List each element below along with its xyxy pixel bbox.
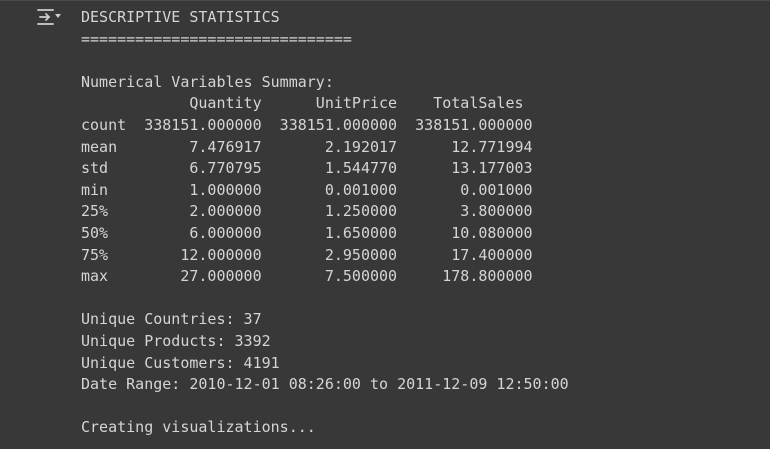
output-line: Quantity UnitPrice TotalSales <box>81 94 524 113</box>
output-line: mean 7.476917 2.192017 12.771994 <box>81 137 533 156</box>
output-gutter <box>0 1 70 449</box>
output-line: 25% 2.000000 1.250000 3.800000 <box>81 202 533 221</box>
collapse-output-icon[interactable] <box>36 7 66 29</box>
output-line: Unique Countries: 37 <box>81 310 262 329</box>
output-line: Date Range: 2010-12-01 08:26:00 to 2011-… <box>81 375 569 394</box>
output-line: Unique Products: 3392 <box>81 331 271 350</box>
output-line: max 27.000000 7.500000 178.800000 <box>81 267 533 286</box>
output-line: Creating visualizations... <box>81 418 316 437</box>
output-line: ============================== <box>81 29 352 48</box>
output-line: std 6.770795 1.544770 13.177003 <box>81 159 533 178</box>
output-line: 50% 6.000000 1.650000 10.080000 <box>81 223 533 242</box>
output-line: min 1.000000 0.001000 0.001000 <box>81 180 533 199</box>
output-line: Numerical Variables Summary: <box>81 72 334 91</box>
cell-output-text: DESCRIPTIVE STATISTICS ==================… <box>81 7 569 439</box>
output-cell: DESCRIPTIVE STATISTICS ==================… <box>0 0 770 449</box>
output-line: DESCRIPTIVE STATISTICS <box>81 8 280 26</box>
output-line: 75% 12.000000 2.950000 17.400000 <box>81 245 533 264</box>
output-line: count 338151.000000 338151.000000 338151… <box>81 115 533 134</box>
output-line: Unique Customers: 4191 <box>81 353 280 372</box>
